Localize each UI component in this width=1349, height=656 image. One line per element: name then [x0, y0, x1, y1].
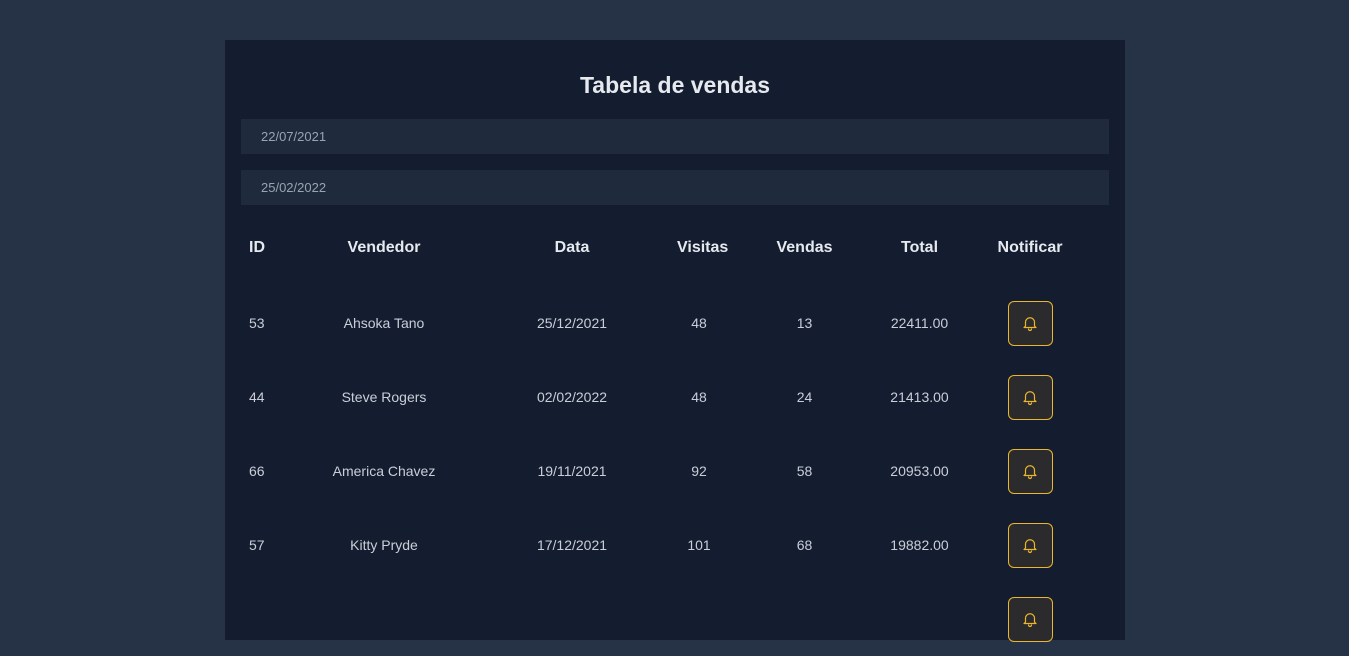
cell-visits: 48 — [691, 315, 707, 331]
header-sales: Vendas — [776, 239, 833, 256]
table-row: 66 America Chavez 19/11/2021 92 58 20953… — [241, 434, 1109, 508]
cell-total: 22411.00 — [890, 315, 949, 331]
page-title: Tabela de vendas — [579, 72, 771, 98]
bell-icon — [1023, 317, 1037, 332]
start-date-input[interactable] — [241, 119, 1109, 154]
notify-button[interactable] — [1007, 596, 1053, 642]
cell-seller: Steve Rogers — [341, 389, 427, 405]
cell-date: 25/12/2021 — [536, 315, 608, 331]
end-date-input[interactable] — [241, 170, 1109, 205]
header-seller: Vendedor — [347, 239, 421, 256]
notify-button[interactable] — [1007, 448, 1053, 494]
cell-total: 20953.00 — [890, 463, 949, 479]
notify-button[interactable] — [1007, 522, 1053, 568]
cell-date: 02/02/2022 — [536, 389, 608, 405]
cell-id: 44 — [249, 389, 265, 405]
cell-id: 53 — [249, 315, 265, 331]
cell-id: 66 — [249, 463, 265, 479]
cell-total — [888, 582, 951, 656]
cell-date: 19/11/2021 — [537, 463, 607, 479]
header-date: Data — [554, 239, 590, 256]
cell-sales: 58 — [796, 463, 813, 479]
header-id: ID — [249, 239, 265, 256]
cell-sales: 68 — [796, 537, 813, 553]
cell-total: 19882.00 — [890, 537, 949, 553]
cell-seller: Ahsoka Tano — [343, 315, 425, 331]
table-row: 53 Ahsoka Tano 25/12/2021 48 13 22411.00 — [241, 286, 1109, 360]
cell-sales: 24 — [796, 389, 813, 405]
cell-sales — [721, 582, 888, 656]
cell-visits — [677, 582, 721, 656]
notify-button[interactable] — [1007, 300, 1053, 346]
cell-visits: 92 — [691, 463, 707, 479]
notify-button[interactable] — [1007, 374, 1053, 420]
cell-total: 21413.00 — [890, 389, 949, 405]
table-header-row: ID Vendedor Data Visitas Vendas Total No… — [241, 210, 1109, 286]
bell-icon — [1023, 613, 1037, 628]
cell-notify — [951, 286, 1109, 360]
sales-card: Tabela de vendas ID Vendedor Data Visita… — [225, 40, 1125, 642]
cell-id: 57 — [249, 537, 265, 553]
cell-visits: 101 — [687, 537, 711, 553]
cell-sales: 13 — [796, 315, 813, 331]
cell-notify — [951, 434, 1109, 508]
table-row: 57 Kitty Pryde 17/12/2021 101 68 19882.0… — [241, 508, 1109, 582]
cell-seller — [301, 582, 467, 656]
cell-seller: Kitty Pryde — [350, 537, 418, 553]
header-total: Total — [900, 239, 939, 256]
bell-icon — [1023, 465, 1037, 480]
cell-id — [241, 582, 301, 656]
table-row: 44 Steve Rogers 02/02/2022 48 24 21413.0… — [241, 360, 1109, 434]
header-notify: Notificar — [997, 239, 1063, 256]
bell-icon — [1023, 391, 1037, 406]
cell-date: 17/12/2021 — [536, 537, 608, 553]
cell-seller: America Chavez — [332, 463, 436, 479]
bell-icon — [1023, 539, 1037, 554]
cell-notify — [951, 582, 1109, 656]
cell-date — [467, 582, 677, 656]
cell-notify — [951, 360, 1109, 434]
table-row — [241, 582, 1109, 656]
cell-notify — [951, 508, 1109, 582]
header-visits: Visitas — [677, 239, 729, 256]
cell-visits: 48 — [691, 389, 707, 405]
sales-table: ID Vendedor Data Visitas Vendas Total No… — [241, 210, 1109, 656]
